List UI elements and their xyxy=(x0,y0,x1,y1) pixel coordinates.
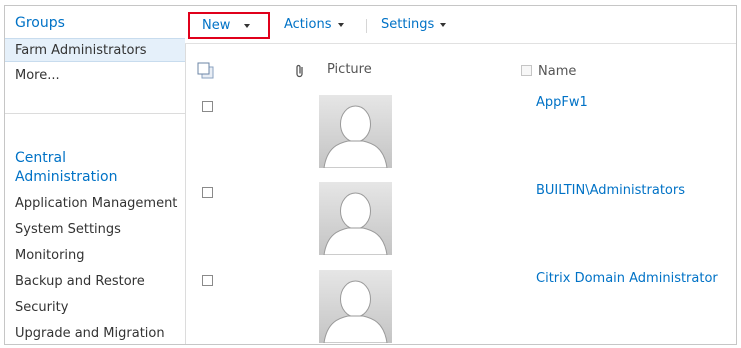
row-name-link[interactable]: Citrix Domain Administrator xyxy=(536,271,718,286)
column-header-picture[interactable]: Picture xyxy=(327,62,372,77)
new-button[interactable]: New xyxy=(188,12,270,39)
actions-button-label: Actions xyxy=(284,17,332,32)
settings-button-label: Settings xyxy=(381,17,435,32)
user-avatar-placeholder-icon xyxy=(319,270,392,344)
nav-item-security[interactable]: Security xyxy=(5,296,185,320)
sharepoint-people-page: Groups Farm Administrators More... Centr… xyxy=(4,5,737,345)
row-select-checkbox[interactable] xyxy=(202,187,213,198)
user-avatar-placeholder-icon xyxy=(319,182,392,256)
nav-heading-line2: Administration xyxy=(15,169,118,185)
paperclip-icon xyxy=(295,64,305,78)
row-select-checkbox[interactable] xyxy=(202,275,213,286)
left-navigation: Groups Farm Administrators More... Centr… xyxy=(5,6,186,344)
nav-item-monitoring[interactable]: Monitoring xyxy=(5,244,185,268)
nav-heading-central-administration[interactable]: Central Administration xyxy=(15,149,117,187)
nav-item-backup-and-restore[interactable]: Backup and Restore xyxy=(5,270,185,294)
nav-item-farm-administrators[interactable]: Farm Administrators xyxy=(5,38,185,62)
nav-heading-groups[interactable]: Groups xyxy=(15,14,65,33)
row-name-link[interactable]: BUILTIN\Administrators xyxy=(536,183,685,198)
nav-item-application-management[interactable]: Application Management xyxy=(5,192,185,216)
column-header-name[interactable]: Name xyxy=(538,64,576,79)
chevron-down-icon xyxy=(440,22,447,27)
settings-menu-button[interactable]: Settings xyxy=(381,12,447,38)
nav-item-upgrade-and-migration[interactable]: Upgrade and Migration xyxy=(5,322,185,344)
select-all-items-icon[interactable] xyxy=(197,62,214,79)
nav-item-more[interactable]: More... xyxy=(5,64,185,88)
row-select-checkbox[interactable] xyxy=(202,101,213,112)
actions-menu-button[interactable]: Actions xyxy=(284,12,344,38)
list-toolbar: New Actions Settings xyxy=(185,6,736,44)
nav-heading-line1: Central xyxy=(15,150,66,166)
chevron-down-icon xyxy=(244,23,251,28)
toolbar-divider xyxy=(366,19,367,33)
row-name-link[interactable]: AppFw1 xyxy=(536,95,588,110)
name-header-checkbox[interactable] xyxy=(521,65,532,76)
new-button-label: New xyxy=(202,18,231,33)
nav-item-system-settings[interactable]: System Settings xyxy=(5,218,185,242)
nav-divider xyxy=(5,113,185,114)
user-avatar-placeholder-icon xyxy=(319,95,392,169)
chevron-down-icon xyxy=(337,22,344,27)
